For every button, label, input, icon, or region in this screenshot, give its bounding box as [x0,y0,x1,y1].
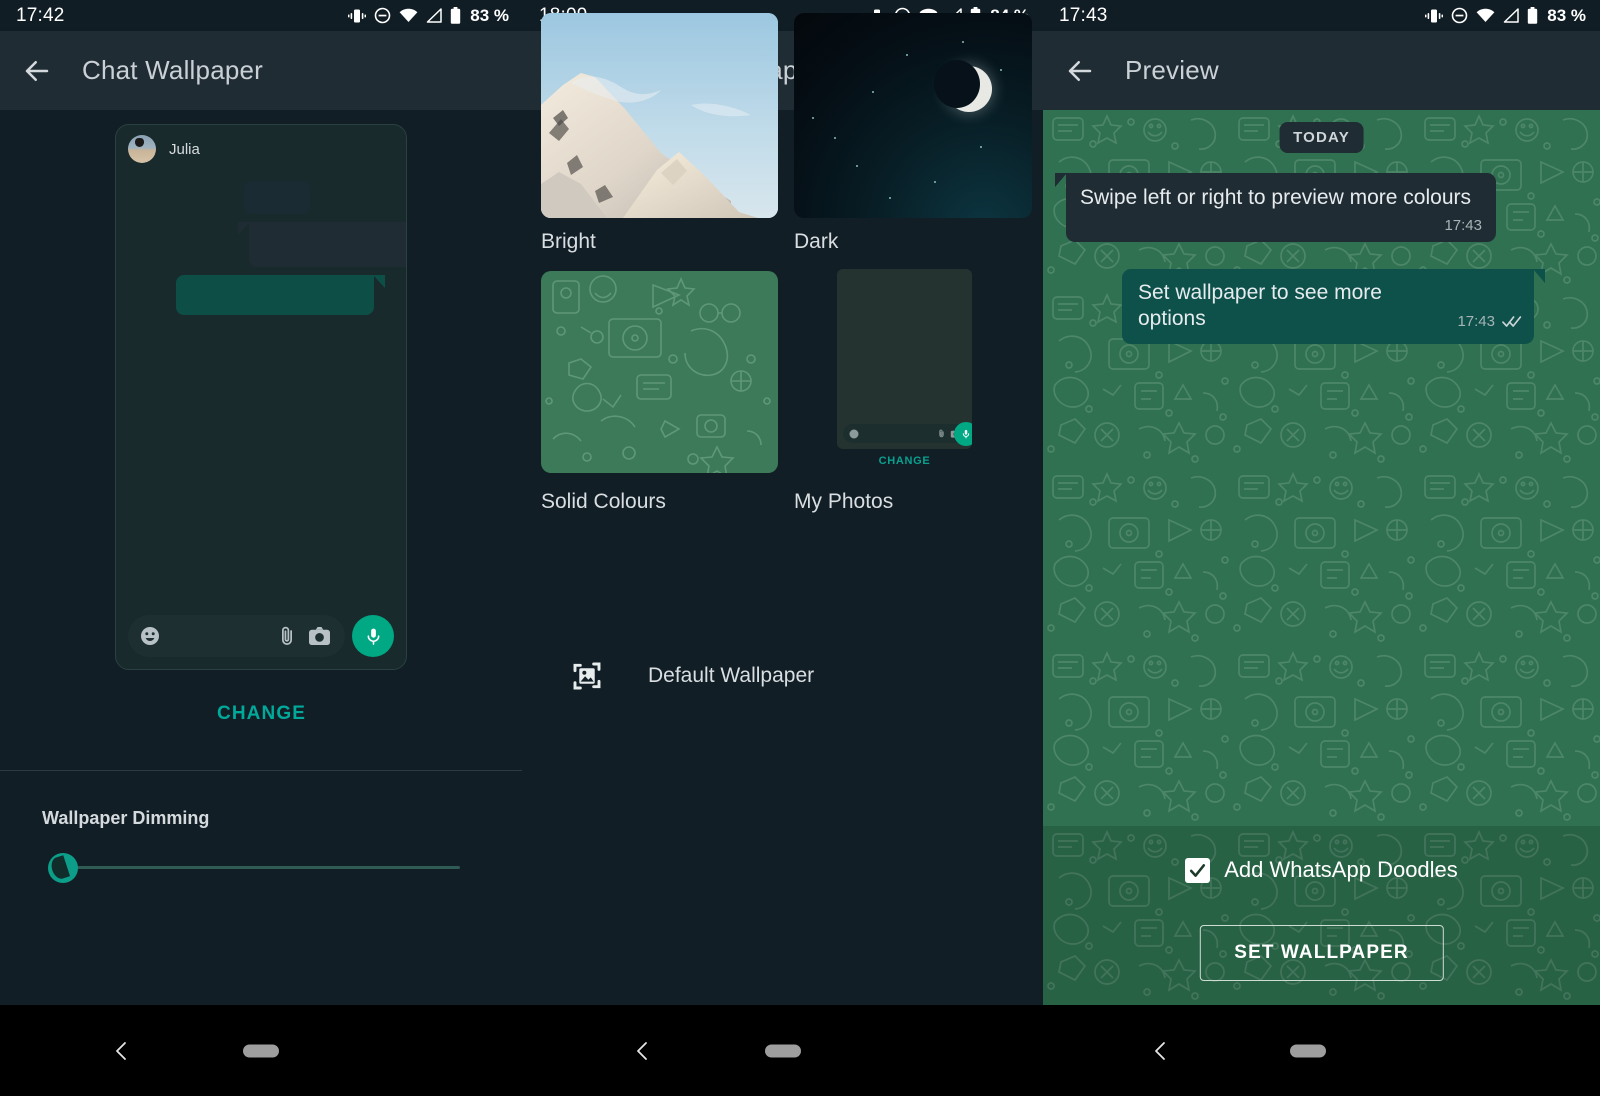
default-wallpaper-row[interactable]: Default Wallpaper [571,660,814,692]
mini-voice-button [954,422,972,446]
status-clock: 17:43 [1059,4,1108,26]
preview-card-header: Julia [116,125,406,171]
avatar [128,135,156,163]
status-bar-1: 17:42 83 % [0,0,523,31]
placeholder-bubble-outgoing [176,275,385,315]
microphone-icon [367,628,379,645]
appbar-3: Preview [1043,31,1600,110]
wallpaper-preview-area[interactable]: TODAY Swipe left or right to preview mor… [1043,110,1600,1005]
nav-home-pill[interactable] [243,1044,279,1057]
status-bar-3: 17:43 83 % [1043,0,1600,31]
change-wallpaper-button[interactable]: CHANGE [0,703,523,725]
message-bubble-outgoing: Set wallpaper to see more options 17:43 [1122,269,1545,344]
wallpaper-dimming-label: Wallpaper Dimming [42,808,210,828]
nav-home-pill[interactable] [1290,1044,1326,1057]
date-chip: TODAY [1279,122,1364,153]
wifi-icon [1476,8,1495,22]
read-double-check-icon [1502,315,1522,327]
battery-icon [451,7,461,24]
attach-icon [939,429,944,438]
message-time: 17:43 [1457,312,1495,330]
nav-back-chevron-icon[interactable] [631,1039,655,1063]
status-icons: 83 % [1425,6,1586,26]
mini-message-input [843,424,967,443]
wallpaper-tile-dark[interactable] [794,13,1032,218]
nav-segment-2 [523,1005,1043,1096]
back-arrow-icon[interactable] [22,56,52,86]
message-time: 17:43 [1444,217,1482,235]
battery-percent: 83 % [470,5,509,25]
checkbox[interactable] [1185,857,1211,883]
battery-icon [1528,7,1538,24]
system-navigation-bar [0,1005,1600,1096]
message-input-pill[interactable] [128,615,345,657]
panel-preview: 17:43 83 % Preview TODAY Swipe left or r… [1043,0,1600,1005]
add-doodles-checkbox-row[interactable]: Add WhatsApp Doodles [1043,857,1600,883]
set-wallpaper-button[interactable]: SET WALLPAPER [1199,925,1444,981]
crescent-moon-night-photo [934,60,992,112]
emoji-icon[interactable] [140,626,160,646]
three-panel-screenshot: 17:42 83 % Chat Wallpaper Julia CHANGE W… [0,0,1600,1096]
message-meta: 17:43 [1080,217,1482,234]
do-not-disturb-icon [1451,7,1468,24]
check-icon [1190,863,1206,877]
preview-footer: Add WhatsApp Doodles SET WALLPAPER [1043,826,1600,1005]
add-doodles-label: Add WhatsApp Doodles [1224,857,1458,882]
back-arrow-icon[interactable] [1065,56,1095,86]
wallpaper-tile-bright[interactable] [541,13,778,218]
wifi-icon [399,8,418,22]
wallpaper-tile-label-bright: Bright [541,230,596,253]
battery-percent: 83 % [1547,5,1586,25]
attach-icon[interactable] [276,625,298,647]
wallpaper-tile-label-my-photos: My Photos [794,490,894,513]
default-wallpaper-label: Default Wallpaper [648,664,815,687]
message-meta: 17:43 [1457,313,1522,333]
preview-input-bar [128,615,394,657]
vibrate-icon [1425,9,1444,22]
status-clock: 17:42 [16,4,65,26]
nav-back-chevron-icon[interactable] [110,1039,134,1063]
contact-name: Julia [169,140,200,158]
snow-mountain-photo [541,13,778,218]
wallpaper-tile-label-dark: Dark [794,230,839,253]
wallpaper-tile-label-solid: Solid Colours [541,490,666,513]
page-title: Chat Wallpaper [82,55,264,85]
panel-custom-wallpaper: 18:09 84 % Custom Wallpaper [523,0,1043,1005]
placeholder-bubble-chip [244,181,310,214]
image-frame-icon [573,662,601,690]
my-photos-change-button[interactable]: CHANGE [837,455,972,467]
appbar-1: Chat Wallpaper [0,31,523,110]
section-divider [0,770,522,771]
do-not-disturb-icon [374,7,391,24]
voice-record-button[interactable] [352,615,394,657]
message-text: Swipe left or right to preview more colo… [1080,186,1471,209]
panel-chat-wallpaper: 17:42 83 % Chat Wallpaper Julia CHANGE W… [0,0,523,1005]
page-title: Preview [1125,55,1219,85]
vibrate-icon [348,9,367,22]
wallpaper-dimming-slider[interactable] [48,853,460,883]
nav-segment-1 [0,1005,523,1096]
message-bubble-incoming: Swipe left or right to preview more colo… [1055,173,1496,243]
signal-icon [427,8,442,23]
nav-segment-3 [1043,1005,1600,1096]
green-doodle-pattern [545,275,771,473]
wallpaper-preview-card: Julia [115,124,407,670]
slider-thumb[interactable] [48,853,78,883]
wallpaper-tile-my-photos[interactable] [837,269,972,449]
status-icons: 83 % [348,6,509,26]
microphone-icon [962,429,970,439]
placeholder-bubble-incoming [238,222,406,267]
nav-home-pill[interactable] [765,1044,801,1057]
nav-back-chevron-icon[interactable] [1149,1039,1173,1063]
wallpaper-tile-solid-colours[interactable] [541,271,778,473]
camera-icon[interactable] [308,626,331,646]
signal-icon [1504,8,1519,23]
slider-track [70,866,460,869]
emoji-icon [849,429,859,438]
message-text: Set wallpaper to see more options [1138,281,1382,331]
